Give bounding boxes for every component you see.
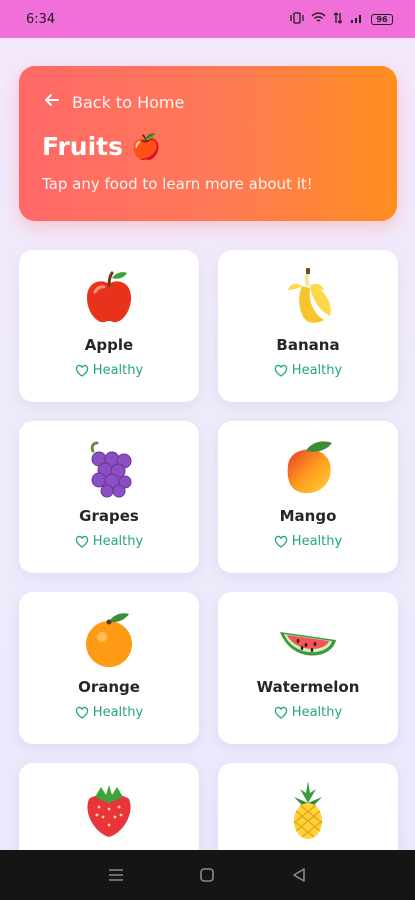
- pineapple-icon: [293, 781, 323, 839]
- heart-icon: [75, 535, 88, 548]
- battery-icon: 96: [371, 13, 393, 25]
- healthy-badge: Healthy: [274, 534, 342, 549]
- food-card-watermelon[interactable]: Watermelon Healthy: [218, 592, 398, 744]
- system-nav-bar: [0, 850, 415, 900]
- back-triangle-icon: [293, 868, 305, 882]
- healthy-badge: Healthy: [75, 363, 143, 378]
- menu-icon: [108, 869, 123, 881]
- arrow-left-icon: [42, 90, 62, 114]
- heart-icon: [274, 535, 287, 548]
- back-to-home-link[interactable]: Back to Home: [42, 90, 184, 114]
- food-name: Apple: [84, 336, 134, 354]
- home-square-icon: [200, 868, 215, 882]
- food-card-grapes[interactable]: Grapes Healthy: [19, 421, 199, 573]
- page-title-text: Fruits: [42, 132, 124, 161]
- food-card-apple[interactable]: Apple Healthy: [19, 250, 199, 402]
- watermelon-icon: [280, 632, 336, 656]
- signal-icon: [350, 12, 364, 27]
- heart-icon: [274, 706, 287, 719]
- healthy-label: Healthy: [291, 534, 343, 549]
- orange-icon: [86, 613, 132, 667]
- mango-icon: [287, 441, 332, 494]
- food-card-banana[interactable]: Banana Healthy: [218, 250, 398, 402]
- banana-icon: [288, 268, 331, 323]
- apple-icon: [87, 271, 131, 323]
- status-icons: 96: [290, 11, 393, 27]
- healthy-label: Healthy: [291, 363, 343, 378]
- food-name: Grapes: [79, 507, 139, 525]
- food-name: Mango: [279, 507, 337, 525]
- healthy-badge: Healthy: [75, 705, 143, 720]
- heart-icon: [274, 364, 287, 377]
- category-header: Back to Home Fruits 🍎 Tap any food to le…: [19, 66, 397, 221]
- home-button[interactable]: [196, 864, 218, 886]
- food-card-mango[interactable]: Mango Healthy: [218, 421, 398, 573]
- back-label: Back to Home: [72, 92, 185, 112]
- status-bar: 6:34 96: [0, 0, 415, 38]
- heart-icon: [75, 364, 88, 377]
- food-name: Orange: [78, 678, 140, 696]
- food-name: Watermelon: [256, 678, 360, 696]
- healthy-label: Healthy: [92, 363, 144, 378]
- page-subtitle: Tap any food to learn more about it!: [42, 175, 313, 193]
- data-icon: [333, 11, 343, 27]
- status-time: 6:34: [26, 11, 56, 27]
- apple-emoji-icon: 🍎: [131, 132, 161, 161]
- grapes-icon: [90, 441, 132, 498]
- vibrate-icon: [290, 11, 304, 27]
- page-title: Fruits 🍎: [42, 132, 374, 161]
- food-card-orange[interactable]: Orange Healthy: [19, 592, 199, 744]
- food-grid: Apple Healthy Banana Healthy Grapes Heal…: [19, 250, 398, 900]
- food-name: Banana: [276, 336, 340, 354]
- healthy-badge: Healthy: [75, 534, 143, 549]
- strawberry-icon: [87, 785, 131, 837]
- recent-apps-button[interactable]: [105, 864, 127, 886]
- healthy-badge: Healthy: [274, 363, 342, 378]
- back-button[interactable]: [288, 864, 310, 886]
- healthy-label: Healthy: [291, 705, 343, 720]
- healthy-badge: Healthy: [274, 705, 342, 720]
- heart-icon: [75, 706, 88, 719]
- healthy-label: Healthy: [92, 705, 144, 720]
- wifi-icon: [311, 12, 326, 27]
- healthy-label: Healthy: [92, 534, 144, 549]
